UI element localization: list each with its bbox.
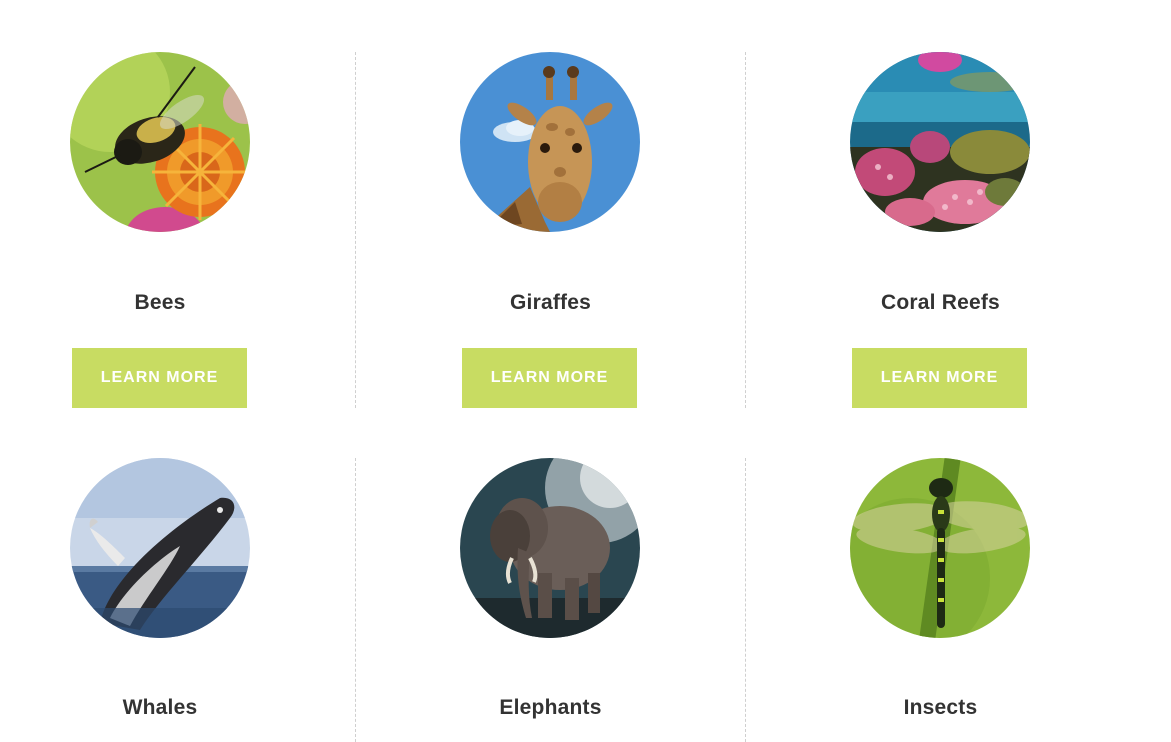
bee-image[interactable]	[70, 52, 250, 232]
card-coral-reefs: Coral Reefs LEARN MORE	[745, 52, 1135, 408]
learn-more-bees-button[interactable]: LEARN MORE	[72, 348, 247, 408]
card-giraffes: Giraffes LEARN MORE	[355, 52, 745, 408]
coral-reef-image[interactable]	[850, 52, 1030, 232]
elephant-image[interactable]	[460, 458, 640, 638]
card-title: Elephants	[499, 696, 602, 719]
card-title: Giraffes	[510, 291, 591, 314]
coral-reef-icon	[850, 52, 1030, 232]
giraffe-icon	[460, 52, 640, 232]
card-title: Coral Reefs	[881, 291, 1000, 314]
card-whales: Whales	[0, 458, 355, 742]
dragonfly-icon	[850, 458, 1030, 638]
card-insects: Insects	[745, 458, 1135, 742]
animal-card-grid: Bees LEARN MORE Giraffes LEARN MORE Cora…	[0, 0, 1171, 742]
dragonfly-image[interactable]	[850, 458, 1030, 638]
whale-icon	[70, 458, 250, 638]
whale-image[interactable]	[70, 458, 250, 638]
learn-more-coral-reefs-button[interactable]: LEARN MORE	[852, 348, 1027, 408]
card-title: Bees	[134, 291, 186, 314]
card-title: Insects	[903, 696, 978, 719]
card-bees: Bees LEARN MORE	[0, 52, 355, 408]
learn-more-giraffes-button[interactable]: LEARN MORE	[462, 348, 637, 408]
bee-icon	[70, 52, 250, 232]
elephant-icon	[460, 458, 640, 638]
card-title: Whales	[122, 696, 198, 719]
giraffe-image[interactable]	[460, 52, 640, 232]
card-elephants: Elephants	[355, 458, 745, 742]
